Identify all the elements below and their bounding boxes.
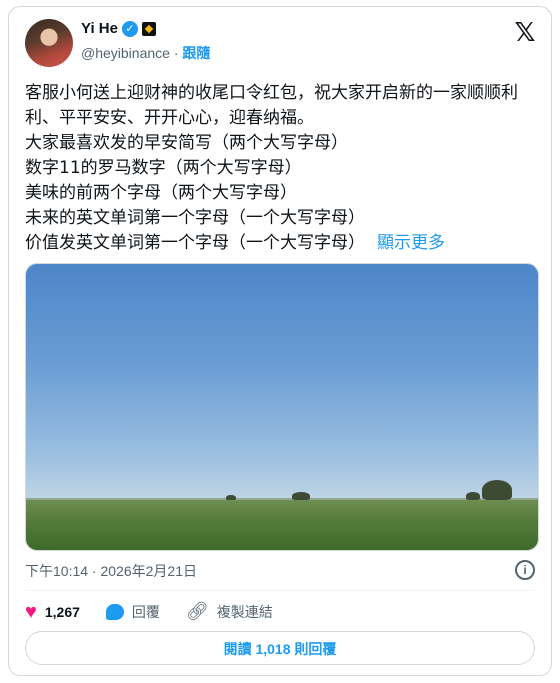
photo-field	[26, 500, 538, 550]
x-logo-icon[interactable]: 𝕏	[513, 20, 537, 46]
link-icon: 🔗︎	[185, 601, 209, 621]
author-handle[interactable]: @heyibinance	[81, 45, 170, 61]
tweet-line: 美味的前两个字母（两个大写字母）	[25, 183, 297, 203]
photo-tree	[466, 492, 480, 500]
heart-icon: ♥	[25, 600, 37, 623]
follow-button[interactable]: 跟隨	[182, 45, 210, 61]
reply-label: 回覆	[131, 603, 160, 620]
tweet-card: Yi He ✓ @heyibinance · 跟隨 𝕏 客服小何送上迎财神的收尾…	[8, 6, 552, 676]
avatar[interactable]	[25, 19, 73, 67]
tweet-line-last: 价值发英文单词第一个字母（一个大写字母） 顯示更多	[25, 231, 539, 256]
tweet-line: 客服小何送上迎财神的收尾口令红包，祝大家开启新的一家顺顺利利、平平安安、开开心心…	[25, 83, 518, 128]
separator-dot: ·	[173, 45, 179, 61]
reply-button[interactable]: 回覆	[105, 602, 160, 622]
tweet-line: 未来的英文单词第一个字母（一个大写字母）	[25, 208, 365, 228]
show-more-link[interactable]: 顯示更多	[377, 233, 445, 253]
tweet-line: 价值发英文单词第一个字母（一个大写字母）	[25, 233, 365, 253]
verified-badge-icon: ✓	[121, 20, 138, 37]
info-icon[interactable]: i	[515, 560, 535, 580]
like-button[interactable]: ♥ 1,267	[25, 602, 80, 622]
tweet-line: 数字11的罗马数字（两个大写字母）	[25, 158, 302, 178]
tweet-timestamp[interactable]: 下午10:14 · 2026年2月21日	[25, 561, 197, 581]
tweet-line: 大家最喜欢发的早安简写（两个大写字母）	[25, 133, 348, 153]
photo-tree	[482, 480, 512, 500]
reply-bubble-icon	[105, 603, 124, 620]
photo-tree	[292, 492, 310, 500]
copy-link-button[interactable]: 🔗︎ 複製連結	[186, 601, 273, 622]
read-replies-button[interactable]: 閱讀 1,018 則回覆	[25, 631, 535, 665]
author-handle-row: @heyibinance · 跟隨	[81, 43, 210, 63]
copy-link-label: 複製連結	[216, 603, 273, 620]
action-bar: ♥ 1,267 回覆 🔗︎ 複製連結	[25, 601, 299, 622]
tweet-text: 客服小何送上迎财神的收尾口令红包，祝大家开启新的一家顺顺利利、平平安安、开开心心…	[25, 81, 539, 256]
like-count: 1,267	[44, 603, 80, 620]
tweet-photo[interactable]	[25, 263, 539, 551]
author-display-name[interactable]: Yi He	[81, 20, 118, 37]
author-name-row: Yi He ✓	[81, 20, 156, 37]
binance-affiliate-icon[interactable]	[141, 21, 156, 36]
divider	[25, 590, 535, 591]
